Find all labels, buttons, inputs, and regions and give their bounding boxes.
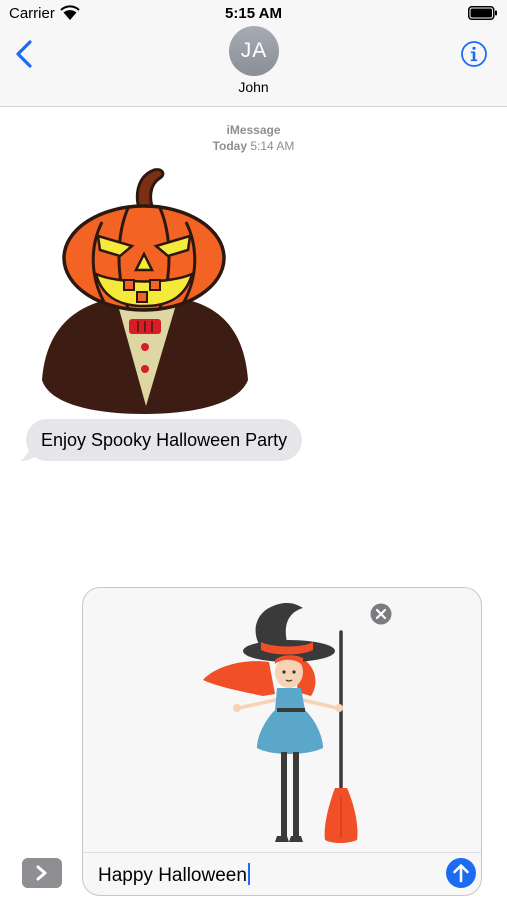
timestamp-day: Today: [212, 139, 248, 153]
close-icon[interactable]: [370, 603, 392, 625]
status-bar: Carrier 5:15 AM: [0, 0, 507, 28]
status-time: 5:15 AM: [225, 5, 282, 22]
info-icon[interactable]: [460, 40, 488, 68]
message-timestamp: Today 5:14 AM: [0, 139, 507, 153]
pumpkin-head-sticker[interactable]: [38, 166, 250, 416]
text-cursor: [247, 863, 250, 885]
compose-divider: [83, 852, 481, 853]
contact-name[interactable]: John: [0, 79, 507, 95]
witch-sticker[interactable]: [201, 596, 361, 851]
received-message-bubble[interactable]: Enjoy Spooky Halloween Party: [26, 419, 303, 461]
message-input-text: Happy Halloween: [98, 865, 247, 886]
message-compose-field[interactable]: Happy Halloween: [82, 587, 482, 896]
avatar[interactable]: JA: [229, 26, 279, 76]
send-button[interactable]: [445, 857, 477, 889]
chevron-left-icon[interactable]: [12, 38, 38, 70]
message-input[interactable]: Happy Halloween: [98, 863, 250, 887]
timestamp-time: 5:14 AM: [250, 139, 295, 153]
service-label: iMessage: [226, 123, 281, 137]
apps-expand-button[interactable]: [22, 858, 62, 888]
